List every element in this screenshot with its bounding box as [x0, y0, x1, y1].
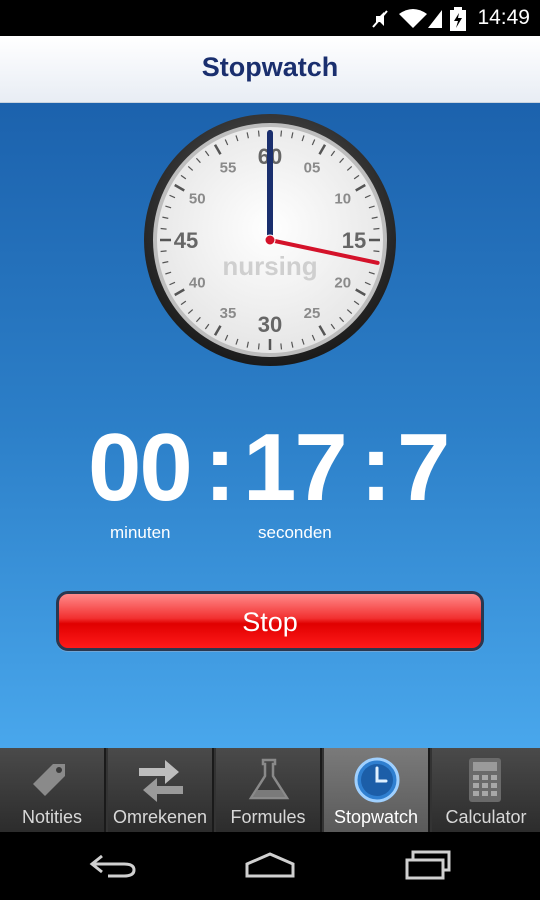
clock-major-label: 45 [174, 228, 198, 253]
clock-pivot [264, 234, 276, 246]
timer-display: 00 : 17 : 7 [0, 418, 540, 518]
page-title: Stopwatch [201, 52, 339, 82]
tab-label: Formules [230, 807, 306, 827]
clock-minor-label: 40 [189, 274, 206, 291]
stopwatch-panel: 601530450510202535405055 nursing 00 : 17… [0, 103, 540, 748]
clock-tick [373, 227, 380, 230]
clock-minor-label: 50 [189, 190, 206, 207]
timer-tenths: 7 [397, 414, 450, 521]
recent-apps-icon[interactable] [403, 850, 453, 880]
timer-minutes: 00 [88, 414, 193, 521]
title-bar: Stopwatch [0, 36, 540, 104]
tab-notities[interactable]: Notities [0, 748, 106, 832]
clock-icon [354, 757, 400, 803]
tab-calculator[interactable]: Calculator [432, 748, 540, 832]
tab-formules[interactable]: Formules [216, 748, 322, 832]
clock-minor-label: 55 [220, 160, 237, 177]
tab-label: Calculator [445, 807, 527, 827]
clock-tick [373, 250, 380, 253]
home-icon[interactable] [243, 850, 297, 880]
clock-minor-label: 25 [304, 305, 321, 322]
tab-bar: Notities Omrekenen Formules Stopwatch Ca… [0, 748, 540, 832]
status-time: 14:49 [477, 6, 530, 29]
timer-separator: : [360, 414, 392, 521]
arrows-swap-icon [139, 760, 183, 802]
navigation-bar [0, 832, 540, 900]
clock-major-label: 15 [342, 228, 366, 253]
timer-seconds: 17 [243, 414, 348, 521]
tab-omrekenen[interactable]: Omrekenen [108, 748, 214, 832]
clock-brand-text: nursing [222, 251, 317, 281]
clock-tick [257, 343, 260, 350]
status-bar: 14:49 [0, 0, 540, 36]
mute-icon [372, 10, 388, 28]
analog-clock: 601530450510202535405055 nursing [144, 114, 396, 366]
stop-button-label: Stop [242, 607, 298, 637]
clock-tick [280, 130, 283, 137]
clock-tick [257, 130, 260, 137]
tab-label: Omrekenen [112, 807, 208, 827]
seconds-label: seconden [258, 523, 332, 542]
tag-icon [33, 764, 65, 796]
clock-major-label: 30 [258, 312, 282, 337]
clock-minor-label: 20 [334, 274, 351, 291]
minutes-label: minuten [110, 523, 171, 542]
flask-icon [248, 758, 290, 800]
tab-label: Notities [21, 807, 83, 827]
back-icon[interactable] [88, 850, 138, 880]
calculator-icon [469, 758, 501, 802]
clock-minor-label: 10 [334, 190, 351, 207]
clock-minor-label: 35 [220, 305, 237, 322]
tab-stopwatch[interactable]: Stopwatch [324, 748, 430, 832]
clock-tick [280, 343, 283, 350]
tab-label: Stopwatch [333, 807, 419, 827]
clock-tick [160, 227, 167, 230]
signal-icon [428, 10, 442, 28]
clock-tick [160, 250, 167, 253]
battery-charging-icon [450, 7, 466, 31]
wifi-icon [399, 9, 427, 28]
timer-separator: : [204, 414, 236, 521]
stop-button[interactable]: Stop [56, 591, 484, 651]
clock-minor-label: 05 [304, 160, 321, 177]
